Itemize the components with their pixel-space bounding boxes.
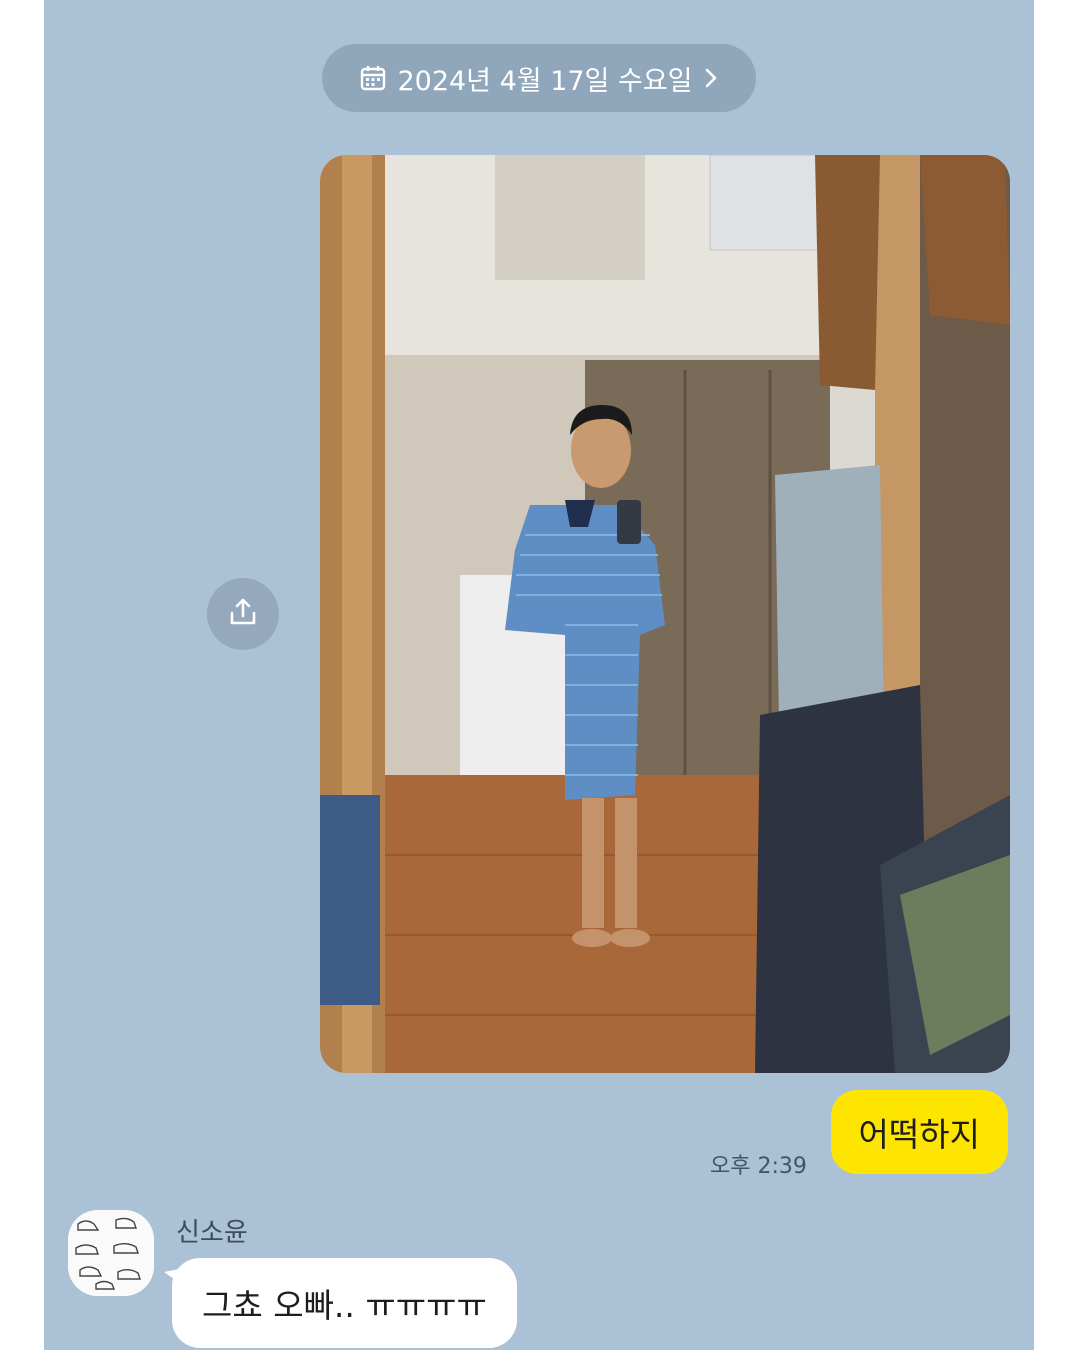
calendar-icon: [359, 64, 387, 92]
outgoing-message-bubble[interactable]: 어떡하지: [830, 1090, 1008, 1174]
mirror-selfie-photo: [320, 155, 1010, 1073]
incoming-message-text: 그쵸 오빠.. ㅠㅠㅠㅠ: [202, 1286, 487, 1325]
outgoing-message-text: 어떡하지: [858, 1115, 980, 1154]
incoming-message-bubble[interactable]: 그쵸 오빠.. ㅠㅠㅠㅠ: [164, 1258, 517, 1348]
avatar-sketch-image: [68, 1210, 154, 1296]
share-button[interactable]: [207, 578, 279, 650]
date-label: 2024년 4월 17일 수요일: [397, 65, 693, 97]
avatar[interactable]: [68, 1210, 154, 1296]
photo-message[interactable]: [320, 155, 1010, 1073]
message-time: 오후 2:39: [710, 1154, 807, 1179]
sender-name: 신소윤: [176, 1218, 248, 1248]
chat-room: 2024년 4월 17일 수요일 오후 2:39 어떡하지 신소윤 그쵸 오빠.…: [44, 0, 1034, 1350]
date-divider-button[interactable]: 2024년 4월 17일 수요일: [322, 44, 756, 112]
chevron-right-icon: [703, 67, 719, 89]
bubble-tail: [164, 1268, 184, 1286]
share-upload-icon: [226, 595, 260, 633]
